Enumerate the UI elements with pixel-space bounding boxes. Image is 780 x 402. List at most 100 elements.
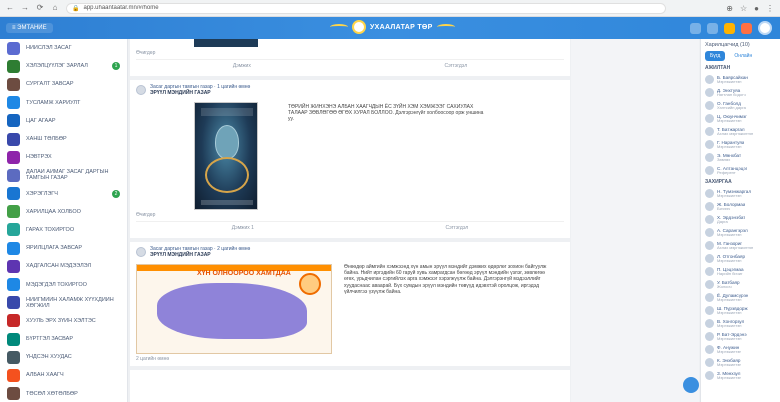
like-button[interactable]: Дэмжих 1 bbox=[232, 225, 254, 231]
contact-item[interactable]: З. Мөнхзул Мэргэжилтэн bbox=[705, 369, 776, 382]
contact-avatar bbox=[705, 88, 714, 97]
app-logo[interactable]: УХААЛАТАР ТӨР bbox=[330, 20, 455, 34]
contact-avatar bbox=[705, 127, 714, 136]
sidebar-item[interactable]: ХЭРЭГЛЭГЧ 2 bbox=[0, 185, 127, 203]
post-author[interactable]: Засаг даргын тамгын газар · 1 цагийн өмн… bbox=[136, 84, 564, 96]
contact-item[interactable]: Л. Отгонбаяр Мэргэжилтэн bbox=[705, 252, 776, 265]
contact-avatar bbox=[705, 153, 714, 162]
sidebar-item[interactable]: ТУСЛАМЖ ХАРИУЛТ bbox=[0, 94, 127, 112]
contact-avatar bbox=[705, 267, 714, 276]
contact-item[interactable]: Б. Баярсайхан Мэргэжилтэн bbox=[705, 73, 776, 86]
sidebar-item[interactable]: СУРГАЛТ ЗАВСАР bbox=[0, 75, 127, 93]
feed-post-previous: Өчигдөр Дэмжих Сэтгэгдэл bbox=[130, 39, 570, 80]
contact-item[interactable]: С. Алтанцэцэг Референт bbox=[705, 164, 776, 177]
sidebar-item[interactable]: НИЙСЛЭЛ ЗАСАГ bbox=[0, 39, 127, 57]
sidebar-item[interactable]: АЛБАН ХААГЧ bbox=[0, 366, 127, 384]
contact-item[interactable]: У. Батбаяр Жолооч bbox=[705, 278, 776, 291]
sidebar-item[interactable]: ҮНДСЭН ХУУДАС bbox=[0, 348, 127, 366]
bell-icon[interactable] bbox=[741, 22, 752, 34]
home-icon[interactable]: ⌂ bbox=[51, 4, 59, 12]
post-image-map[interactable]: ХҮН ОЛНООРОО ХАМТДАА bbox=[136, 264, 332, 354]
sidebar-item-icon bbox=[7, 150, 20, 164]
contact-item[interactable]: Ш. Пүрэвдорж Мэргэжилтэн bbox=[705, 304, 776, 317]
sidebar-item[interactable]: ХАДГАЛСАН МЭДЭЭЛЭЛ bbox=[0, 257, 127, 275]
sidebar-item-label: НИЙСЛЭЛ ЗАСАГ bbox=[26, 45, 72, 52]
contact-item[interactable]: Ж. Болормаа Бичээч bbox=[705, 200, 776, 213]
sidebar-item-label: ЯРИЛЦЛАГА ЗАВСАР bbox=[26, 245, 83, 252]
sidebar-item-icon bbox=[7, 368, 20, 382]
forward-icon[interactable]: → bbox=[21, 4, 29, 12]
contact-item[interactable]: Д. Энхтуяа Нягтлан бодогч bbox=[705, 86, 776, 99]
contact-avatar bbox=[705, 254, 714, 263]
like-button[interactable]: Дэмжих bbox=[233, 63, 251, 69]
extensions-icon[interactable]: ⊕ bbox=[726, 4, 733, 13]
post-author[interactable]: Засаг даргын тамгын газар · 2 цагийн өмн… bbox=[136, 246, 564, 258]
contact-item[interactable]: Ц. Оюунчимэг Мэргэжилтэн bbox=[705, 112, 776, 125]
left-sidebar: НИЙСЛЭЛ ЗАСАГ ХЭЛЭЛЦҮҮЛЭГ ЗАРЛАЛ 1 СУРГАЛТ … bbox=[0, 39, 128, 402]
sidebar-item-label: ТУСЛАМЖ ХАРИУЛТ bbox=[26, 99, 81, 106]
contact-item[interactable]: Э. Мөнхбат Зөвлөх bbox=[705, 151, 776, 164]
post-image-poster[interactable] bbox=[194, 102, 258, 210]
tab-online[interactable]: Онлайн bbox=[729, 51, 757, 61]
contact-item[interactable]: Х. Эрдэнэбат Дарга bbox=[705, 213, 776, 226]
contact-avatar bbox=[705, 228, 714, 237]
contact-item[interactable]: Н. Түмэнжаргал Мэргэжилтэн bbox=[705, 187, 776, 200]
sidebar-item[interactable]: ХАНШ ТӨЛБӨР bbox=[0, 130, 127, 148]
sidebar-item[interactable]: НИЙГМИЙН ХАЛАМЖ ХҮҮХДИЙН ХӨГЖИЛ bbox=[0, 294, 127, 312]
contact-item[interactable]: М. Ганзориг Ахлах мэргэжилтэн bbox=[705, 239, 776, 252]
sidebar-item[interactable]: ГАРАХ ТОХИРГОО bbox=[0, 221, 127, 239]
contact-item[interactable]: Ф. Анужин Мэргэжилтэн bbox=[705, 343, 776, 356]
comment-button[interactable]: Сэтгэгдэл bbox=[446, 225, 469, 231]
contact-item[interactable]: Т. Батжаргал Ахлах мэргэжилтэн bbox=[705, 125, 776, 138]
contact-item[interactable]: П. Цэцэгмаа Нарийн бичиг bbox=[705, 265, 776, 278]
sidebar-item[interactable]: ТӨСӨЛ ХӨТӨЛБӨР bbox=[0, 385, 127, 402]
contact-role: Мэргэжилтэн bbox=[717, 349, 742, 354]
sidebar-item[interactable]: ХАРИЛЦАА ХОЛБОО bbox=[0, 203, 127, 221]
contact-avatar bbox=[705, 319, 714, 328]
notification-icon[interactable] bbox=[690, 22, 701, 34]
contact-role: Мэргэжилтэн bbox=[717, 297, 742, 302]
contact-item[interactable]: О. Ганболд Хэлтсийн дарга bbox=[705, 99, 776, 112]
contact-item[interactable]: К. Энхбаяр Мэргэжилтэн bbox=[705, 356, 776, 369]
sidebar-item-icon bbox=[7, 314, 20, 328]
sidebar-item-label: МЭДЭГДЭЛ ТОХИРГОО bbox=[26, 281, 87, 288]
tab-all[interactable]: Бүгд bbox=[705, 51, 726, 61]
contacts-section-label: АЖИЛТАН bbox=[705, 65, 731, 71]
contact-role: Мэргэжилтэн bbox=[717, 258, 742, 263]
contact-item[interactable]: А. Сарангэрэл Мэргэжилтэн bbox=[705, 226, 776, 239]
bookmark-icon[interactable]: ☆ bbox=[740, 4, 747, 13]
contact-item[interactable]: Г. Нарантуяа Мэргэжилтэн bbox=[705, 138, 776, 151]
author-title: ЭРҮҮЛ МЭНДИЙН ГАЗАР bbox=[150, 90, 211, 96]
more-icon[interactable]: ⋮ bbox=[766, 4, 774, 13]
sidebar-item[interactable]: ДАЛАЙ АЙМАГ ЗАСАГ ДАРГЫН ТАМГЫН ГАЗАР bbox=[0, 166, 127, 184]
chat-fab-button[interactable] bbox=[683, 377, 699, 393]
address-bar[interactable]: 🔒 app.uhaantaatar.mn/#/home bbox=[66, 2, 666, 14]
sidebar-item-icon bbox=[7, 259, 20, 273]
user-avatar[interactable] bbox=[758, 21, 772, 35]
sidebar-item[interactable]: ЦАГ АГААР bbox=[0, 112, 127, 130]
sidebar-item[interactable]: ХЭЛЭЛЦҮҮЛЭГ ЗАРЛАЛ 1 bbox=[0, 57, 127, 75]
feed-post: Засаг даргын тамгын газар · 1 цагийн өмн… bbox=[130, 80, 570, 242]
sidebar-item[interactable]: МЭДЭГДЭЛ ТОХИРГОО bbox=[0, 275, 127, 293]
sidebar-item-label: ХАНШ ТӨЛБӨР bbox=[26, 136, 67, 143]
menu-button[interactable]: ≡ ЭМТАНИЕ bbox=[6, 23, 53, 33]
contact-item[interactable]: В. Хонгорзул Мэргэжилтэн bbox=[705, 317, 776, 330]
chat-icon[interactable] bbox=[724, 22, 735, 34]
calendar-icon[interactable] bbox=[707, 22, 718, 34]
sidebar-item-label: ҮНДСЭН ХУУДАС bbox=[26, 354, 72, 361]
sidebar-item[interactable]: ЯРИЛЦЛАГА ЗАВСАР bbox=[0, 239, 127, 257]
feed-margin bbox=[571, 39, 699, 402]
sidebar-item[interactable]: ХУУЛЬ ЭРХ ЗҮЙН ХЭЛТЭС bbox=[0, 312, 127, 330]
contact-role: Мэргэжилтэн bbox=[717, 375, 742, 380]
contact-item[interactable]: Р. Бат-Эрдэнэ Мэргэжилтэн bbox=[705, 330, 776, 343]
author-avatar bbox=[136, 85, 146, 95]
contact-item[interactable]: Ё. Дуламсүрэн Мэргэжилтэн bbox=[705, 291, 776, 304]
sidebar-item[interactable]: БҮРТГЭЛ ЗАСВАР bbox=[0, 330, 127, 348]
comment-button[interactable]: Сэтгэгдэл bbox=[445, 63, 468, 69]
back-icon[interactable]: ← bbox=[6, 4, 14, 12]
sidebar-item[interactable]: НЭВТРЭХ bbox=[0, 148, 127, 166]
profile-icon[interactable]: ● bbox=[754, 4, 759, 13]
reload-icon[interactable]: ⟳ bbox=[36, 4, 44, 12]
sidebar-item-icon bbox=[7, 205, 20, 219]
contact-avatar bbox=[705, 241, 714, 250]
